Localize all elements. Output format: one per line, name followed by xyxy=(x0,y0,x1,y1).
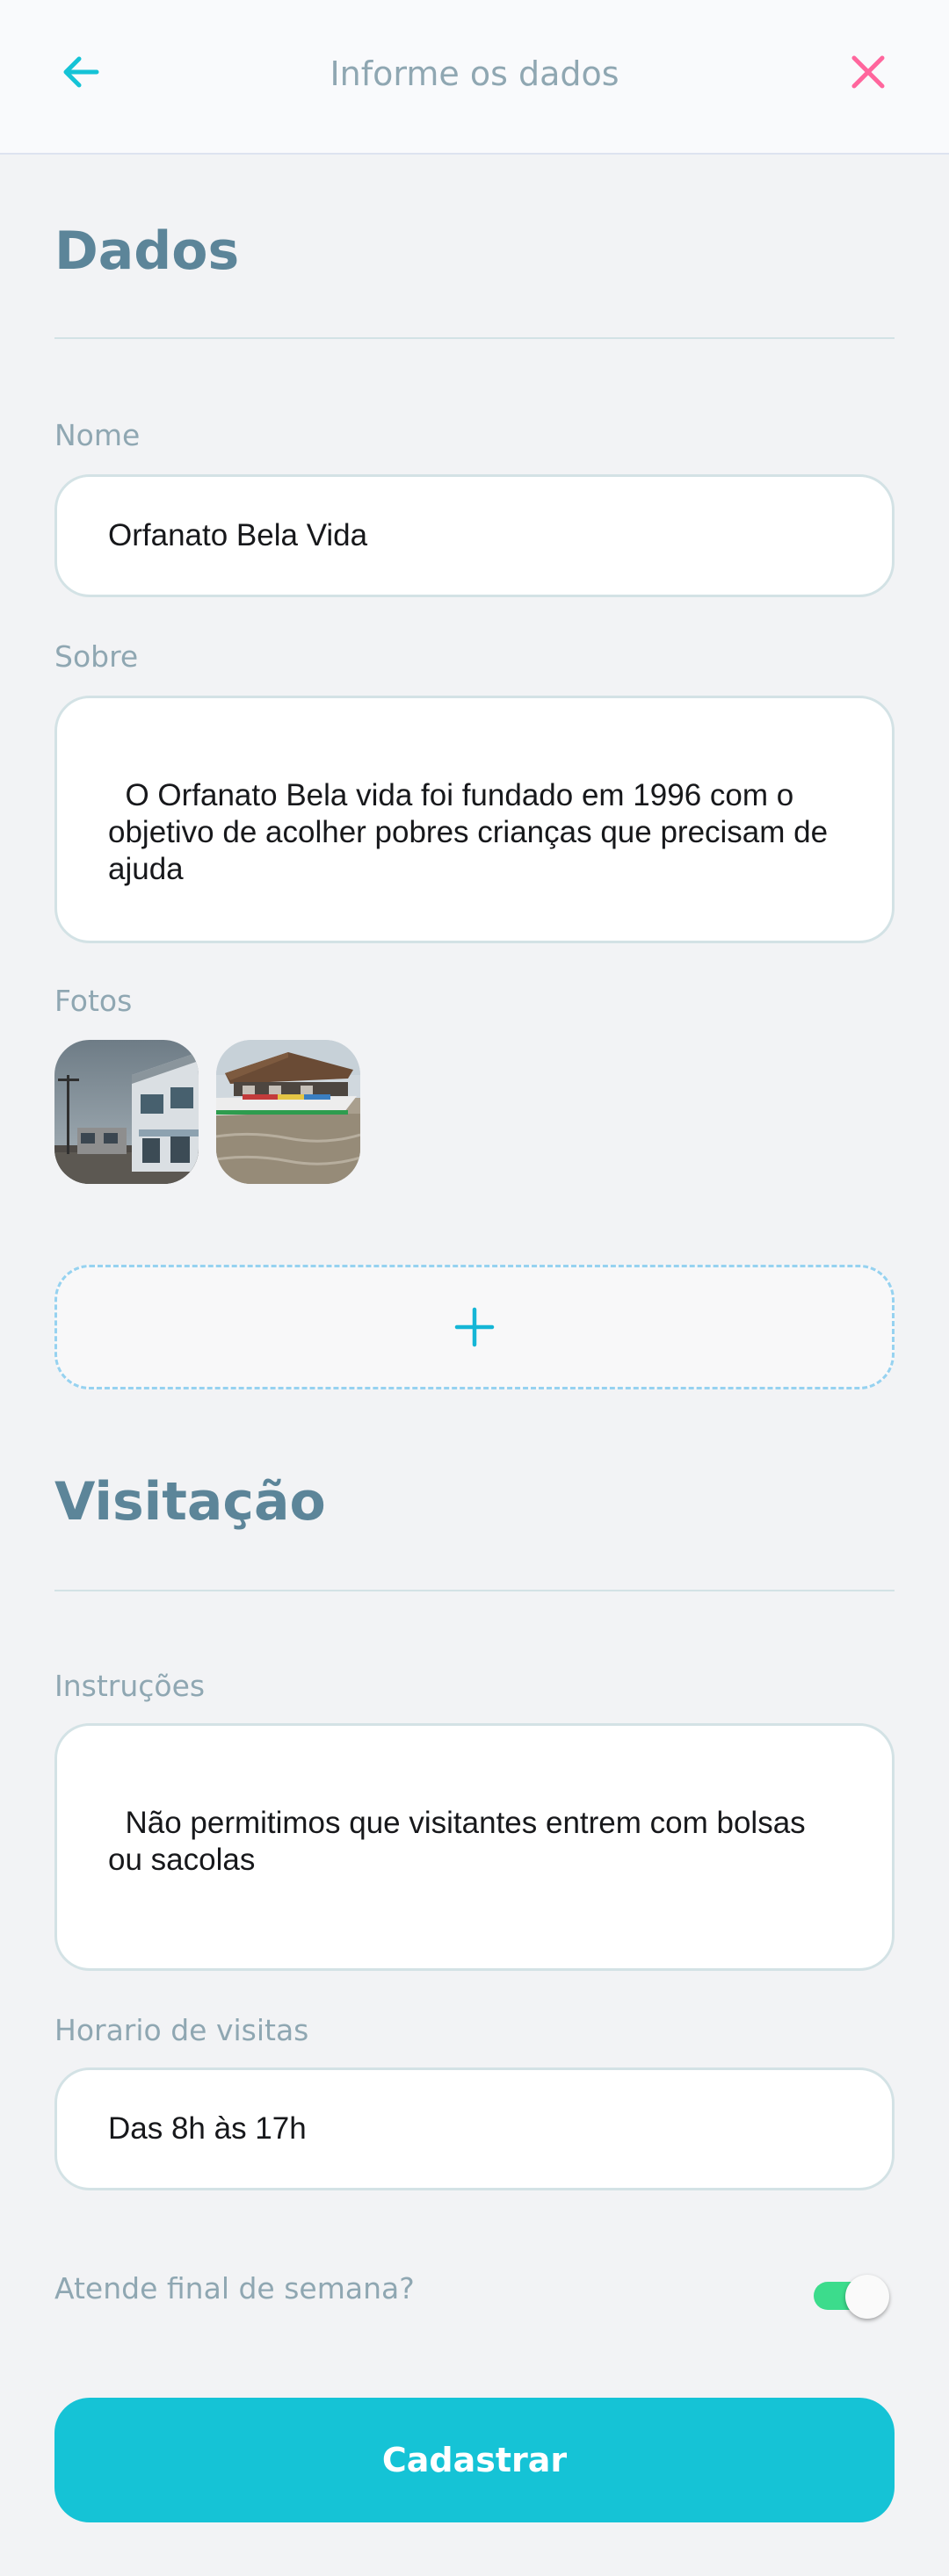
sobre-label: Sobre xyxy=(54,639,139,674)
nome-label: Nome xyxy=(54,418,141,452)
weekend-toggle[interactable] xyxy=(814,2275,889,2319)
section-divider xyxy=(54,337,895,339)
submit-button-label: Cadastrar xyxy=(381,2441,568,2479)
photo-thumbnail[interactable] xyxy=(54,1040,199,1184)
section-title-dados: Dados xyxy=(54,220,240,282)
plus-icon xyxy=(454,1307,495,1347)
horario-label: Horario de visitas xyxy=(54,2013,309,2047)
building-photo xyxy=(54,1040,199,1184)
nome-input[interactable]: Orfanato Bela Vida xyxy=(54,474,895,597)
add-photo-button[interactable] xyxy=(54,1265,895,1389)
submit-button[interactable]: Cadastrar xyxy=(54,2398,895,2522)
nome-input-value: Orfanato Bela Vida xyxy=(108,518,368,552)
section-divider xyxy=(54,1590,895,1591)
boat-photo xyxy=(216,1040,360,1184)
toggle-thumb xyxy=(845,2275,889,2319)
horario-input[interactable]: Das 8h às 17h xyxy=(54,2067,895,2190)
sobre-textarea[interactable]: O Orfanato Bela vida foi fundado em 1996… xyxy=(54,696,895,943)
fotos-label: Fotos xyxy=(54,984,133,1018)
instrucoes-label: Instruções xyxy=(54,1669,206,1703)
close-icon xyxy=(851,55,885,89)
section-title-visitacao: Visitação xyxy=(54,1471,326,1533)
close-button[interactable] xyxy=(842,46,895,98)
weekend-label: Atende final de semana? xyxy=(54,2271,415,2305)
instrucoes-textarea[interactable]: Não permitimos que visitantes entrem com… xyxy=(54,1723,895,1971)
sobre-textarea-value: O Orfanato Bela vida foi fundado em 1996… xyxy=(108,778,837,886)
horario-input-value: Das 8h às 17h xyxy=(108,2111,307,2146)
page-title: Informe os dados xyxy=(330,54,619,93)
header-bar: Informe os dados xyxy=(0,0,949,155)
photo-thumbnail[interactable] xyxy=(216,1040,360,1184)
instrucoes-textarea-value: Não permitimos que visitantes entrem com… xyxy=(108,1806,815,1877)
